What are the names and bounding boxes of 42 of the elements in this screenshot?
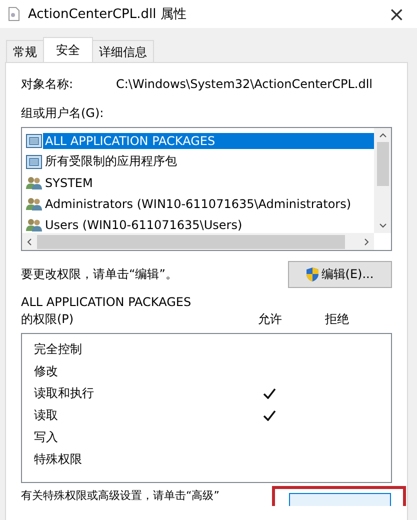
scroll-thumb[interactable] bbox=[376, 142, 388, 186]
vertical-scrollbar[interactable] bbox=[374, 128, 391, 233]
groups-label: 组或用户名(G): bbox=[21, 105, 105, 122]
permissions-title: 的权限(P) bbox=[21, 311, 75, 328]
scroll-thumb[interactable] bbox=[37, 234, 345, 248]
close-button[interactable]: × bbox=[384, 2, 409, 26]
scroll-left-icon[interactable] bbox=[26, 238, 32, 246]
object-name-label: 对象名称: bbox=[21, 76, 74, 92]
group-item[interactable]: 所有受限制的应用程序包 bbox=[43, 152, 179, 171]
shield-icon bbox=[306, 267, 320, 282]
permission-name: 完全控制 bbox=[33, 340, 83, 358]
group-item[interactable]: ALL APPLICATION PACKAGES bbox=[43, 132, 374, 148]
horizontal-scrollbar[interactable] bbox=[22, 233, 374, 250]
group-item[interactable]: Users (WIN10-611071635\Users) bbox=[43, 216, 244, 232]
object-name-value: C:\Windows\System32\ActionCenterCPL.dll bbox=[116, 77, 373, 91]
permission-name: 写入 bbox=[33, 428, 59, 446]
tab[interactable]: 详细信息 bbox=[92, 40, 154, 62]
scroll-down-icon[interactable] bbox=[378, 223, 386, 229]
file-icon bbox=[8, 7, 20, 21]
column-header: 允许 bbox=[258, 311, 284, 328]
advanced-button[interactable] bbox=[289, 493, 391, 506]
group-item[interactable]: Administrators (WIN10-611071635\Administrators) bbox=[43, 196, 354, 212]
permission-name: 读取和执行 bbox=[33, 384, 95, 402]
permission-name: 修改 bbox=[33, 362, 59, 380]
scroll-up-icon[interactable] bbox=[378, 132, 386, 138]
group-item[interactable]: SYSTEM bbox=[43, 174, 95, 190]
tab[interactable]: 安全 bbox=[43, 37, 93, 62]
package-icon bbox=[26, 134, 42, 148]
users-icon bbox=[26, 176, 42, 190]
users-icon bbox=[26, 196, 42, 210]
permission-name: 特殊权限 bbox=[33, 450, 83, 468]
permission-name: 读取 bbox=[33, 406, 59, 424]
edit-hint: 要更改权限，请单击“编辑”。 bbox=[21, 266, 178, 283]
edit-button[interactable]: 编辑(E)... bbox=[288, 261, 392, 288]
users-icon bbox=[26, 218, 42, 232]
window-title: ActionCenterCPL.dll 属性 bbox=[28, 6, 188, 23]
package-icon bbox=[26, 154, 42, 168]
tab[interactable]: 常规 bbox=[6, 40, 44, 62]
permissions-title: ALL APPLICATION PACKAGES bbox=[21, 295, 192, 309]
scroll-right-icon[interactable] bbox=[364, 238, 370, 246]
column-header: 拒绝 bbox=[325, 311, 350, 328]
advanced-hint: 有关特殊权限或高级设置，请单击“高级” bbox=[21, 488, 220, 503]
